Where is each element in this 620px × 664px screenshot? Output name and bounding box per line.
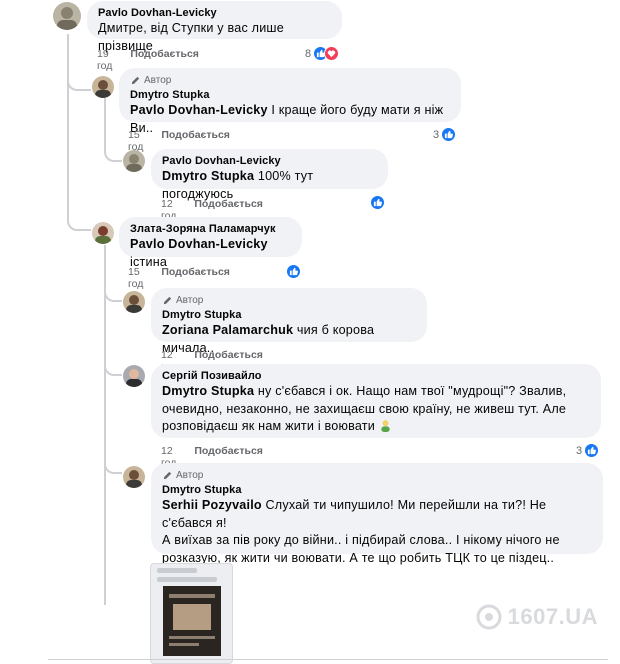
reaction-summary[interactable]: [370, 195, 385, 210]
comment-bubble: Автор Dmytro Stupka Zoriana Palamarchuk …: [151, 288, 427, 355]
thread-branch: [104, 140, 122, 162]
reaction-count: 3: [576, 444, 583, 457]
comment-time[interactable]: 15 год: [128, 266, 143, 290]
reaction-count: 8: [305, 47, 312, 60]
mention-link[interactable]: Pavlo Dovhan-Levicky: [130, 103, 268, 117]
comment-bubble: Pavlo Dovhan-Levicky Dmytro Stupka 100% …: [151, 149, 388, 201]
reaction-summary[interactable]: 3: [433, 127, 457, 142]
mention-link[interactable]: Pavlo Dovhan-Levicky: [130, 237, 268, 251]
avatar[interactable]: [53, 2, 81, 30]
mention-link[interactable]: Dmytro Stupka: [162, 384, 254, 398]
thread-line: [104, 245, 106, 605]
comment-author[interactable]: Злата-Зоряна Паламарчук: [130, 223, 291, 236]
comment-time[interactable]: 19 год: [97, 48, 112, 72]
avatar[interactable]: [92, 222, 114, 244]
reaction-summary[interactable]: [286, 264, 301, 279]
comment-author[interactable]: Pavlo Dovhan-Levicky: [162, 155, 377, 168]
author-badge: Автор: [130, 74, 450, 86]
author-badge: Автор: [162, 294, 416, 306]
thread-branch: [104, 283, 122, 302]
like-icon: [441, 127, 457, 142]
pencil-icon: [163, 296, 172, 304]
avatar[interactable]: [123, 365, 145, 387]
comment-bubble: Сергій Позивайло Dmytro Stupka ну с'єбав…: [151, 364, 601, 438]
comment-bubble: Pavlo Dovhan-Levicky Дмитре, від Ступки …: [87, 1, 342, 53]
comment-author[interactable]: Pavlo Dovhan-Levicky: [98, 7, 331, 20]
like-icon: [584, 443, 600, 458]
pencil-icon: [131, 76, 140, 84]
like-icon: [286, 264, 301, 279]
thread-branch: [104, 455, 122, 474]
mention-link[interactable]: Zoriana Palamarchuk: [162, 323, 293, 337]
mention-link[interactable]: Dmytro Stupka: [162, 169, 254, 183]
comment-author[interactable]: Dmytro Stupka: [162, 484, 592, 497]
poster-image: [163, 586, 221, 656]
watermark: 1607.UA: [476, 604, 598, 630]
comment-meta: 15 год Подобається: [128, 266, 230, 290]
like-icon: [370, 195, 385, 210]
avatar[interactable]: [123, 466, 145, 488]
thread-branch: [67, 180, 91, 231]
comment-author[interactable]: Dmytro Stupka: [130, 89, 450, 102]
love-icon: [324, 46, 340, 61]
comment-author[interactable]: Dmytro Stupka: [162, 309, 416, 322]
reaction-count: 3: [433, 128, 440, 141]
avatar[interactable]: [123, 291, 145, 313]
pencil-icon: [163, 471, 172, 479]
thread-branch: [67, 34, 91, 91]
divider: [48, 659, 608, 660]
comment-bubble: Автор Dmytro Stupka Pavlo Dovhan-Levicky…: [119, 68, 461, 135]
avatar[interactable]: [123, 150, 145, 172]
watermark-logo-icon: [476, 604, 502, 630]
avatar[interactable]: [92, 76, 114, 98]
comment-author[interactable]: Сергій Позивайло: [162, 370, 590, 383]
comment-text: Serhii Pozyvailo Слухай ти чипушило! Ми …: [162, 498, 560, 565]
attached-image[interactable]: [150, 563, 233, 664]
person-emoji: [381, 420, 390, 432]
like-action[interactable]: Подобається: [161, 266, 230, 290]
thread-branch: [104, 360, 122, 376]
comment-text: Dmytro Stupka ну с'єбався і ок. Нащо нам…: [162, 384, 567, 433]
reaction-summary[interactable]: 3: [576, 443, 600, 458]
mention-link[interactable]: Serhii Pozyvailo: [162, 498, 262, 512]
comment-bubble: Злата-Зоряна Паламарчук Pavlo Dovhan-Lev…: [119, 217, 302, 269]
author-badge: Автор: [162, 469, 592, 481]
comment-bubble: Автор Dmytro Stupka Serhii Pozyvailo Слу…: [151, 463, 603, 565]
reaction-summary[interactable]: 8: [305, 46, 340, 61]
